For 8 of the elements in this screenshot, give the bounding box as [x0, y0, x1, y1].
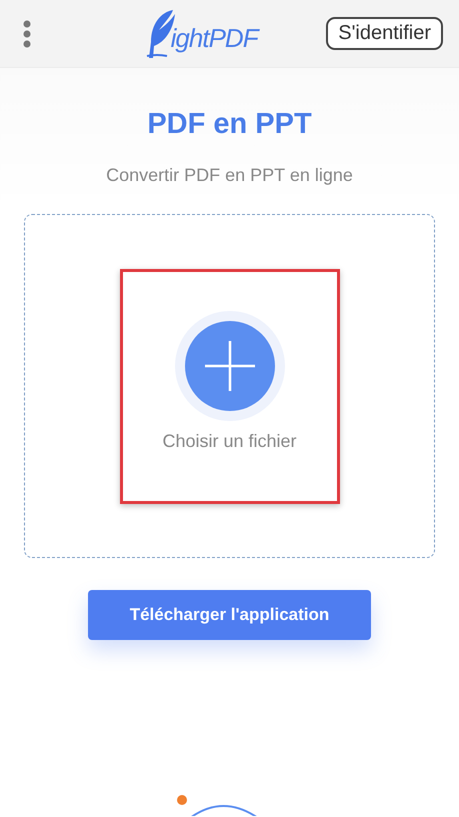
login-button[interactable]: S'identifier [326, 17, 443, 50]
logo-text: ightPDF [170, 22, 258, 54]
drop-zone[interactable]: Choisir un fichier [24, 214, 435, 558]
choose-file-label[interactable]: Choisir un fichier [162, 430, 297, 452]
add-file-icon[interactable] [174, 310, 284, 420]
page-subtitle: Convertir PDF en PPT en ligne [106, 165, 353, 186]
page-title: PDF en PPT [147, 108, 312, 141]
download-app-button[interactable]: Télécharger l'application [88, 590, 371, 640]
